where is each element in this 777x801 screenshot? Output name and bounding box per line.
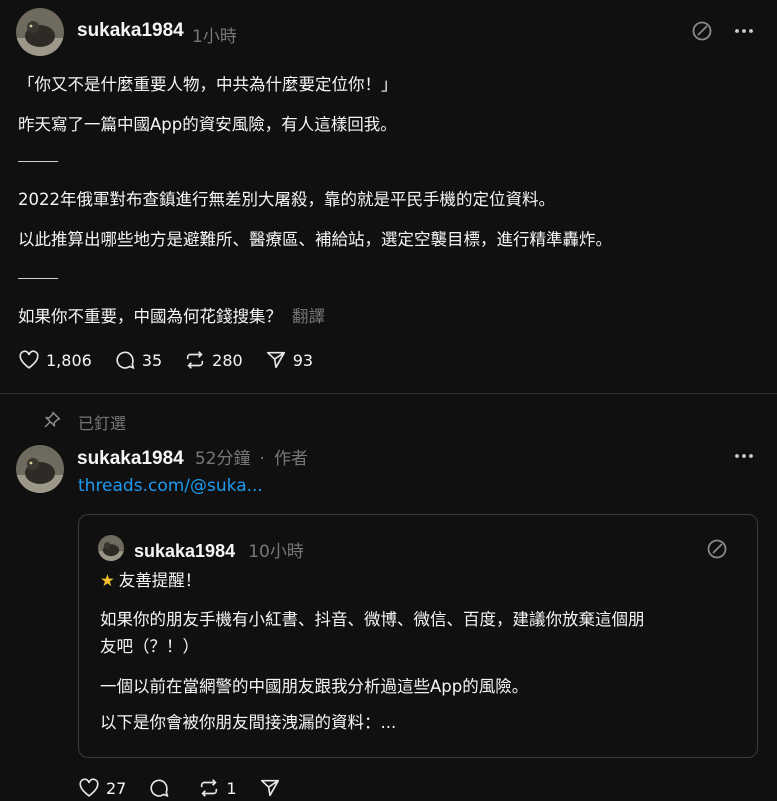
repost-icon: [201, 779, 218, 797]
username[interactable]: sukaka1984: [77, 20, 184, 42]
reply-button[interactable]: [148, 777, 170, 799]
send-icon: [260, 779, 279, 797]
reply-count: 35: [141, 350, 163, 370]
like-button[interactable]: 27: [78, 777, 126, 799]
quoted-line: 友吧（？！）: [100, 637, 199, 656]
like-count: 1,806: [46, 350, 92, 370]
post-line-last: 如果你不重要，中國為何花錢搜集？ 翻譯: [18, 305, 325, 329]
star-icon: ★: [100, 571, 115, 590]
like-count: 27: [106, 778, 127, 798]
post-line: 以此推算出哪些地方是避難所、醫療區、補給站，選定空襲目標，進行精準轟炸。: [18, 230, 612, 249]
avatar[interactable]: [16, 445, 64, 493]
reply-header: sukaka1984 52分鐘 · 作者: [77, 444, 308, 470]
share-count: 93: [292, 350, 314, 370]
username[interactable]: sukaka1984: [77, 448, 184, 469]
heart-icon: [19, 350, 39, 369]
profile-link[interactable]: threads.com/@suka...: [78, 476, 263, 496]
avatar[interactable]: [98, 535, 124, 561]
send-icon: [266, 351, 285, 369]
post-line: 「你又不是什麼重要人物，中共為什麼要定位你！」: [18, 75, 398, 94]
comment-icon: [150, 779, 169, 798]
quoted-header: sukaka1984 10小時: [134, 537, 304, 562]
quoted-text: 友善提醒！: [118, 571, 202, 590]
author-tag: 作者: [274, 449, 309, 469]
reply-time[interactable]: 52分鐘: [195, 449, 251, 469]
reply-actions: 27 1: [78, 775, 303, 801]
share-button[interactable]: 93: [265, 349, 313, 371]
post-time[interactable]: 1小時: [192, 22, 237, 47]
quoted-line: 以下是你會被你朋友間接洩漏的資料：...: [100, 713, 397, 732]
avatar[interactable]: [16, 8, 64, 56]
reply-button[interactable]: 35: [114, 349, 162, 371]
post-actions: 1,806 35 280 93: [18, 347, 335, 373]
section-divider: [0, 393, 777, 394]
separator-rule: [18, 278, 58, 279]
post-line: 昨天寫了一篇中國App的資安風險，有人這樣回我。: [18, 115, 397, 134]
quoted-time: 10小時: [248, 542, 304, 562]
like-button[interactable]: 1,806: [18, 349, 92, 371]
username[interactable]: sukaka1984: [134, 541, 235, 561]
pin-icon: [42, 410, 62, 430]
quoted-line: 一個以前在當網警的中國朋友跟我分析過這些App的風險。: [100, 677, 529, 696]
separator-rule: [18, 161, 58, 162]
edit-icon[interactable]: [704, 536, 730, 562]
translate-link[interactable]: 翻譯: [292, 307, 325, 326]
edit-icon[interactable]: [689, 18, 715, 44]
pinned-label: 已釘選: [78, 414, 127, 433]
post-text: 如果你不重要，中國為何花錢搜集？: [18, 307, 282, 326]
repost-count: 1: [226, 778, 237, 798]
repost-button[interactable]: 280: [184, 349, 243, 371]
repost-button[interactable]: 1: [198, 777, 237, 799]
repost-icon: [187, 351, 204, 369]
comment-icon: [116, 351, 135, 370]
repost-count: 280: [212, 350, 243, 370]
more-icon[interactable]: [731, 18, 757, 44]
share-button[interactable]: [259, 777, 281, 799]
heart-icon: [79, 778, 99, 797]
quoted-line: 如果你的朋友手機有小紅書、抖音、微博、微信、百度，建議你放棄這個朋: [100, 610, 645, 629]
post-line: 2022年俄軍對布查鎮進行無差別大屠殺，靠的就是平民手機的定位資料。: [18, 190, 555, 209]
quoted-line: ★ 友善提醒！: [100, 569, 201, 593]
more-icon[interactable]: [731, 443, 757, 469]
meta-separator: ·: [259, 449, 265, 469]
